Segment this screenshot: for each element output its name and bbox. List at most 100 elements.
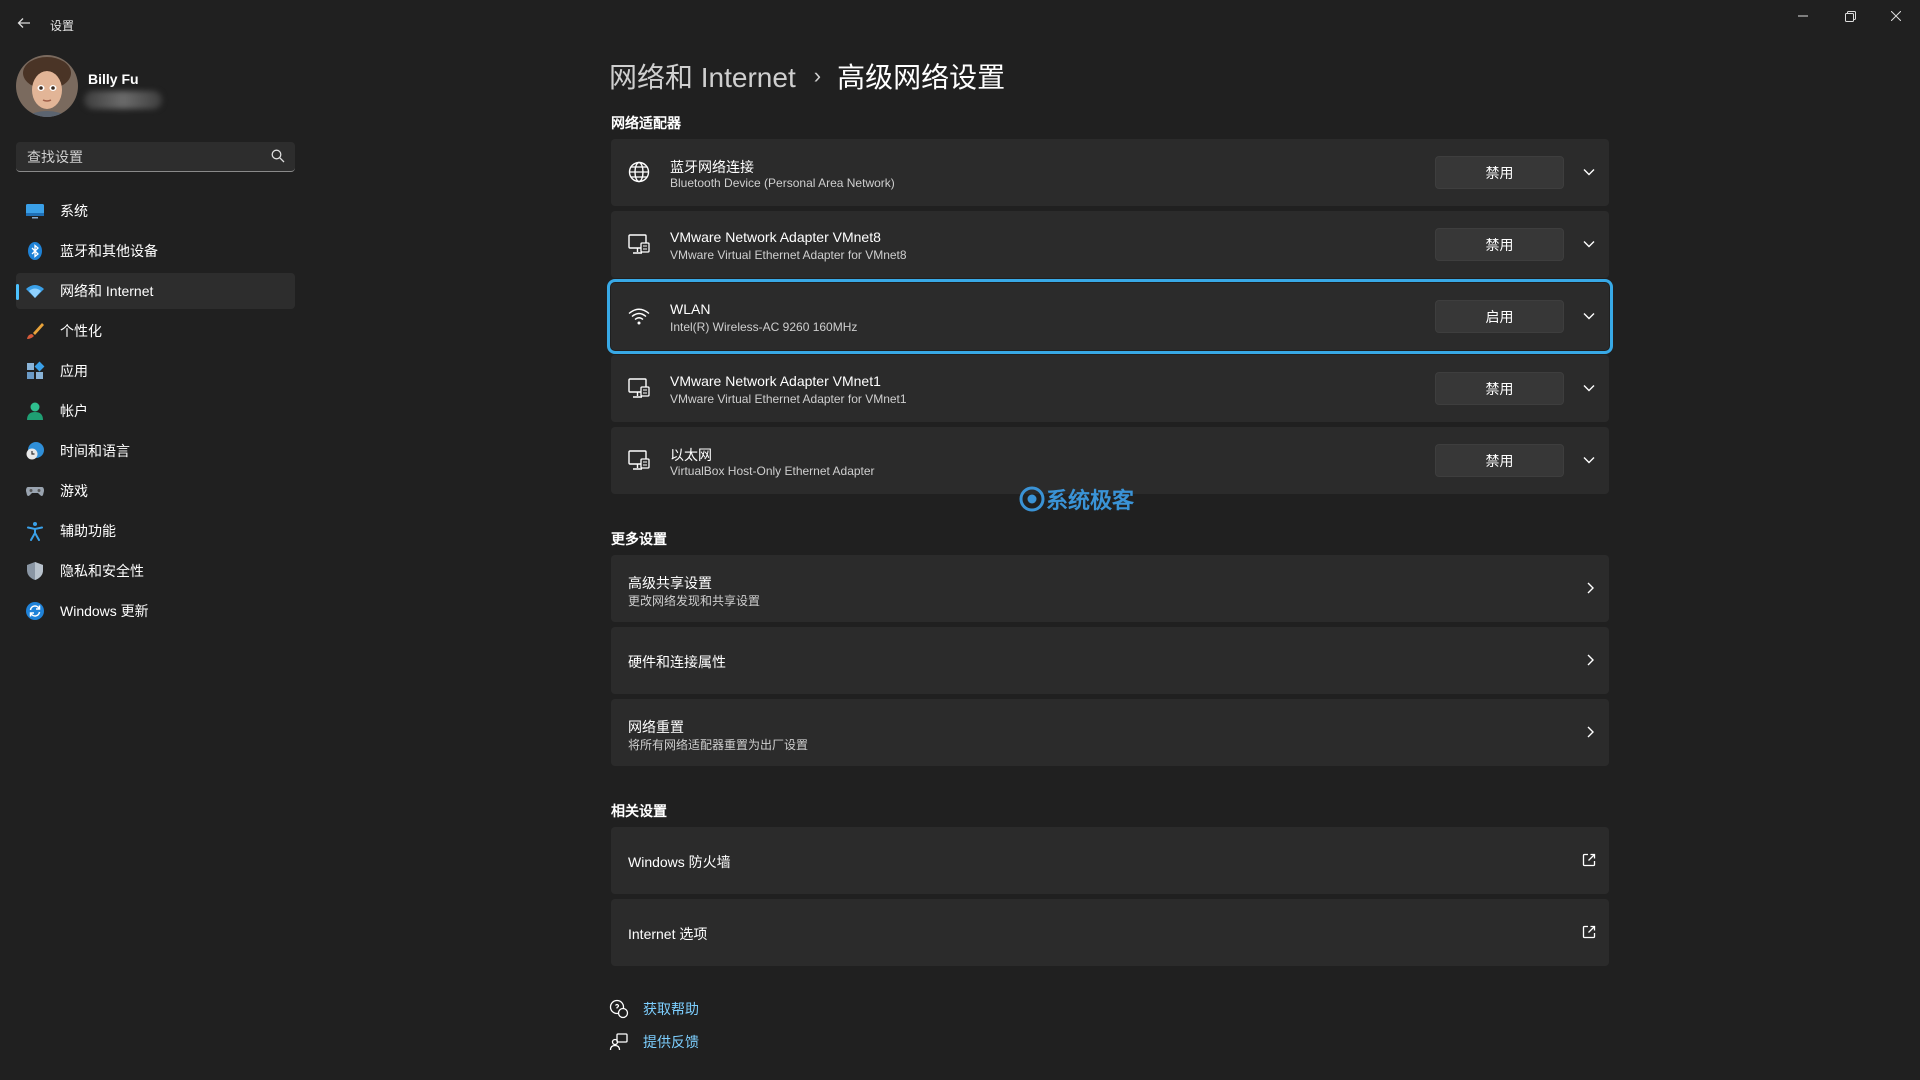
sidebar-item-label: 蓝牙和其他设备 xyxy=(60,243,158,259)
sidebar-item-label: 网络和 Internet xyxy=(60,283,154,299)
globe-network-icon xyxy=(628,161,650,183)
sidebar-item-apps[interactable]: 应用 xyxy=(16,353,295,389)
watermark: 系统极客 xyxy=(1018,483,1134,515)
sidebar-item-label: 游戏 xyxy=(60,483,88,499)
feedback-link[interactable]: 提供反馈 xyxy=(609,1032,699,1052)
adapter-description: VMware Virtual Ethernet Adapter for VMne… xyxy=(670,248,907,262)
sidebar-item-label: 个性化 xyxy=(60,323,102,339)
sidebar-item-windows-update[interactable]: Windows 更新 xyxy=(16,593,295,629)
sidebar-item-system[interactable]: 系统 xyxy=(16,193,295,229)
app-title: 设置 xyxy=(50,19,75,33)
adapter-description: Bluetooth Device (Personal Area Network) xyxy=(670,176,895,190)
back-button[interactable] xyxy=(14,13,34,33)
sidebar-item-label: 系统 xyxy=(60,203,88,219)
title-bar: 设置 xyxy=(0,0,1920,46)
sidebar-item-time-language[interactable]: 时间和语言 xyxy=(16,433,295,469)
setting-title: 硬件和连接属性 xyxy=(628,654,726,670)
adapter-description: VMware Virtual Ethernet Adapter for VMne… xyxy=(670,392,907,406)
sidebar-item-privacy[interactable]: 隐私和安全性 xyxy=(16,553,295,589)
adapter-name: 以太网 xyxy=(670,447,712,463)
close-button[interactable] xyxy=(1873,4,1919,28)
shield-icon xyxy=(25,561,45,581)
sidebar-item-label: 帐户 xyxy=(60,403,88,419)
search-input[interactable] xyxy=(16,142,269,172)
sidebar-item-gaming[interactable]: 游戏 xyxy=(16,473,295,509)
disable-button[interactable]: 禁用 xyxy=(1435,372,1564,405)
person-icon xyxy=(25,401,45,421)
sidebar-item-bluetooth[interactable]: 蓝牙和其他设备 xyxy=(16,233,295,269)
accessibility-icon xyxy=(25,521,45,541)
sidebar-nav: 系统 蓝牙和其他设备 网络和 Internet 个性化 应用 帐户 时间和语言 … xyxy=(16,193,295,633)
globe-clock-icon xyxy=(25,441,45,461)
settings-search-box[interactable] xyxy=(16,142,295,172)
hardware-connection-properties[interactable]: 硬件和连接属性 xyxy=(611,627,1609,694)
ethernet-icon xyxy=(628,234,650,254)
setting-subtitle: 更改网络发现和共享设置 xyxy=(628,594,761,608)
disable-button[interactable]: 禁用 xyxy=(1435,444,1564,477)
feedback-icon xyxy=(609,1033,628,1051)
setting-title: 网络重置 xyxy=(628,719,684,735)
restore-icon xyxy=(1844,10,1856,22)
get-help-link[interactable]: 获取帮助 xyxy=(609,999,699,1019)
enable-button[interactable]: 启用 xyxy=(1435,300,1564,333)
setting-subtitle: 将所有网络适配器重置为出厂设置 xyxy=(628,738,809,752)
adapter-card-wlan[interactable]: WLAN Intel(R) Wireless-AC 9260 160MHz 启用 xyxy=(607,279,1613,354)
breadcrumb: 网络和 Internet › 高级网络设置 xyxy=(609,56,1005,96)
restore-button[interactable] xyxy=(1827,4,1873,28)
user-email-blurred xyxy=(84,91,162,109)
section-title-related-settings: 相关设置 xyxy=(611,803,667,819)
chevron-down-icon[interactable] xyxy=(1580,451,1598,469)
breadcrumb-separator: › xyxy=(813,63,822,88)
adapter-name: 蓝牙网络连接 xyxy=(670,159,754,175)
internet-options-link[interactable]: Internet 选项 xyxy=(611,899,1609,966)
feedback-label: 提供反馈 xyxy=(643,1034,699,1050)
adapter-name: VMware Network Adapter VMnet8 xyxy=(670,229,881,245)
sidebar-item-label: 时间和语言 xyxy=(60,443,130,459)
back-arrow-icon xyxy=(17,18,30,28)
adapter-description: VirtualBox Host-Only Ethernet Adapter xyxy=(670,464,875,478)
sidebar-item-accessibility[interactable]: 辅助功能 xyxy=(16,513,295,549)
section-title-adapters: 网络适配器 xyxy=(611,115,681,131)
setting-title: Internet 选项 xyxy=(628,926,708,942)
apps-icon xyxy=(25,361,45,381)
sidebar-item-personalization[interactable]: 个性化 xyxy=(16,313,295,349)
section-title-more-settings: 更多设置 xyxy=(611,531,667,547)
help-chat-icon xyxy=(609,999,629,1019)
sidebar-item-label: Windows 更新 xyxy=(60,603,149,619)
chevron-down-icon[interactable] xyxy=(1580,379,1598,397)
adapter-card-vmnet1[interactable]: VMware Network Adapter VMnet1 VMware Vir… xyxy=(611,355,1609,422)
chevron-down-icon[interactable] xyxy=(1580,307,1598,325)
close-icon xyxy=(1891,11,1901,21)
chevron-right-icon xyxy=(1587,726,1594,738)
watermark-text: 系统极客 xyxy=(1046,488,1135,513)
sidebar-item-network[interactable]: 网络和 Internet xyxy=(16,273,295,309)
user-name: Billy Fu xyxy=(88,71,139,87)
disable-button[interactable]: 禁用 xyxy=(1435,228,1564,261)
adapter-card-vmnet8[interactable]: VMware Network Adapter VMnet8 VMware Vir… xyxy=(611,211,1609,278)
watermark-logo-icon xyxy=(1019,486,1045,512)
update-icon xyxy=(25,601,45,621)
breadcrumb-parent-link[interactable]: 网络和 Internet xyxy=(609,56,796,96)
adapter-name: VMware Network Adapter VMnet1 xyxy=(670,373,881,389)
sidebar-item-accounts[interactable]: 帐户 xyxy=(16,393,295,429)
external-link-icon xyxy=(1582,925,1596,939)
chevron-down-icon[interactable] xyxy=(1580,235,1598,253)
network-reset[interactable]: 网络重置 将所有网络适配器重置为出厂设置 xyxy=(611,699,1609,766)
windows-firewall-link[interactable]: Windows 防火墙 xyxy=(611,827,1609,894)
adapter-name: WLAN xyxy=(670,301,711,317)
setting-title: 高级共享设置 xyxy=(628,575,712,591)
sidebar-item-label: 应用 xyxy=(60,363,88,379)
sidebar-item-label: 辅助功能 xyxy=(60,523,116,539)
wifi-icon xyxy=(628,308,650,325)
chevron-down-icon[interactable] xyxy=(1580,163,1598,181)
setting-title: Windows 防火墙 xyxy=(628,854,731,870)
sidebar-item-label: 隐私和安全性 xyxy=(60,563,144,579)
minimize-button[interactable] xyxy=(1780,4,1826,28)
advanced-sharing-settings[interactable]: 高级共享设置 更改网络发现和共享设置 xyxy=(611,555,1609,622)
search-icon[interactable] xyxy=(271,149,285,163)
disable-button[interactable]: 禁用 xyxy=(1435,156,1564,189)
adapter-card-bluetooth[interactable]: 蓝牙网络连接 Bluetooth Device (Personal Area N… xyxy=(611,139,1609,206)
help-label: 获取帮助 xyxy=(643,1001,699,1017)
adapter-description: Intel(R) Wireless-AC 9260 160MHz xyxy=(670,320,858,334)
monitor-icon xyxy=(25,201,45,221)
